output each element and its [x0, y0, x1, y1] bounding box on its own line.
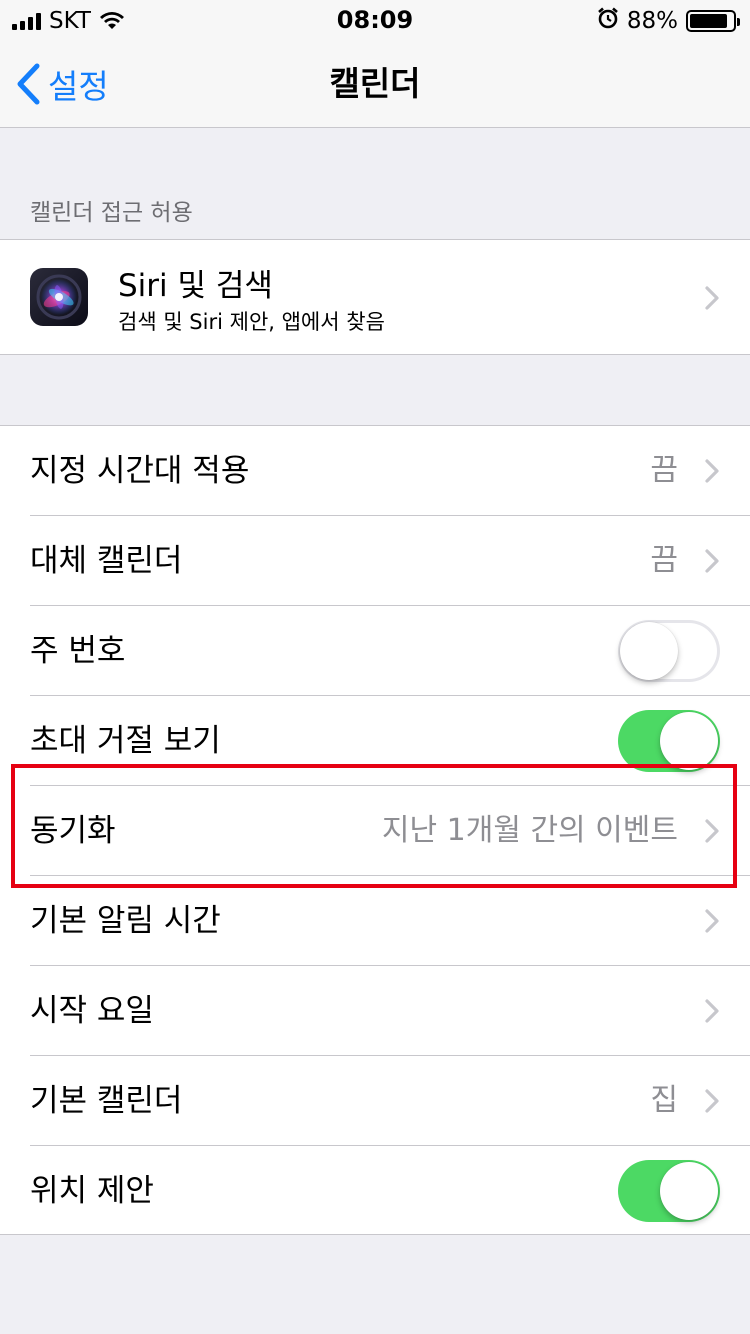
chevron-right-icon — [704, 458, 720, 484]
row-label: 동기화 — [30, 813, 116, 849]
row-value: 끔 — [650, 543, 678, 578]
row-show-declined-invites: 초대 거절 보기 — [0, 696, 750, 786]
row-label: 기본 알림 시간 — [30, 903, 221, 939]
back-button[interactable]: 설정 — [16, 40, 109, 128]
row-value: 집 — [650, 1083, 678, 1118]
toggle-knob — [660, 712, 718, 770]
chevron-right-icon — [704, 548, 720, 574]
battery-fill — [690, 14, 727, 28]
back-button-label: 설정 — [48, 67, 109, 106]
row-time-zone-override[interactable]: 지정 시간대 적용 끔 — [0, 426, 750, 516]
status-right: 88% — [597, 7, 740, 35]
row-start-week-on[interactable]: 시작 요일 — [0, 966, 750, 1056]
siri-row-title: Siri 및 검색 — [118, 268, 273, 304]
row-label: 위치 제안 — [30, 1173, 154, 1209]
battery-percent: 88% — [626, 8, 678, 34]
siri-row-subtitle: 검색 및 Siri 제안, 앱에서 찾음 — [118, 310, 385, 334]
row-label: 지정 시간대 적용 — [30, 453, 250, 489]
row-default-calendar[interactable]: 기본 캘린더 집 — [0, 1056, 750, 1146]
location-suggestions-toggle[interactable] — [618, 1160, 720, 1222]
alarm-icon — [597, 7, 619, 35]
chevron-left-icon — [16, 63, 40, 105]
row-default-alert-times[interactable]: 기본 알림 시간 — [0, 876, 750, 966]
siri-icon — [30, 268, 88, 326]
page-title: 캘린더 — [329, 64, 421, 103]
row-location-suggestions: 위치 제안 — [0, 1146, 750, 1236]
row-sync[interactable]: 동기화 지난 1개월 간의 이벤트 — [0, 786, 750, 876]
chevron-right-icon — [704, 908, 720, 934]
section-header: 캘린더 접근 허용 — [30, 200, 193, 226]
row-week-numbers: 주 번호 — [0, 606, 750, 696]
row-label: 기본 캘린더 — [30, 1083, 183, 1119]
show-declined-invites-toggle[interactable] — [618, 710, 720, 772]
row-value: 끔 — [650, 453, 678, 488]
chevron-right-icon — [704, 998, 720, 1024]
week-numbers-toggle[interactable] — [618, 620, 720, 682]
row-label: 대체 캘린더 — [30, 543, 183, 579]
row-alternate-calendar[interactable]: 대체 캘린더 끔 — [0, 516, 750, 606]
row-label: 시작 요일 — [30, 993, 154, 1029]
battery-icon — [686, 10, 740, 32]
row-value: 지난 1개월 간의 이벤트 — [381, 813, 678, 848]
navigation-bar: 캘린더 설정 — [0, 40, 750, 128]
toggle-knob — [660, 1162, 718, 1220]
calendar-settings-group: 지정 시간대 적용 끔 대체 캘린더 끔 주 번호 초대 거절 보기 동기화 지… — [0, 425, 750, 1235]
chevron-right-icon — [704, 818, 720, 844]
row-label: 초대 거절 보기 — [30, 723, 221, 759]
chevron-right-icon — [704, 1088, 720, 1114]
chevron-right-icon — [704, 285, 720, 311]
status-bar: SKT 08:09 88% — [0, 0, 750, 40]
siri-search-row[interactable]: Siri 및 검색 검색 및 Siri 제안, 앱에서 찾음 — [0, 239, 750, 355]
row-label: 주 번호 — [30, 633, 126, 669]
toggle-knob — [620, 622, 678, 680]
